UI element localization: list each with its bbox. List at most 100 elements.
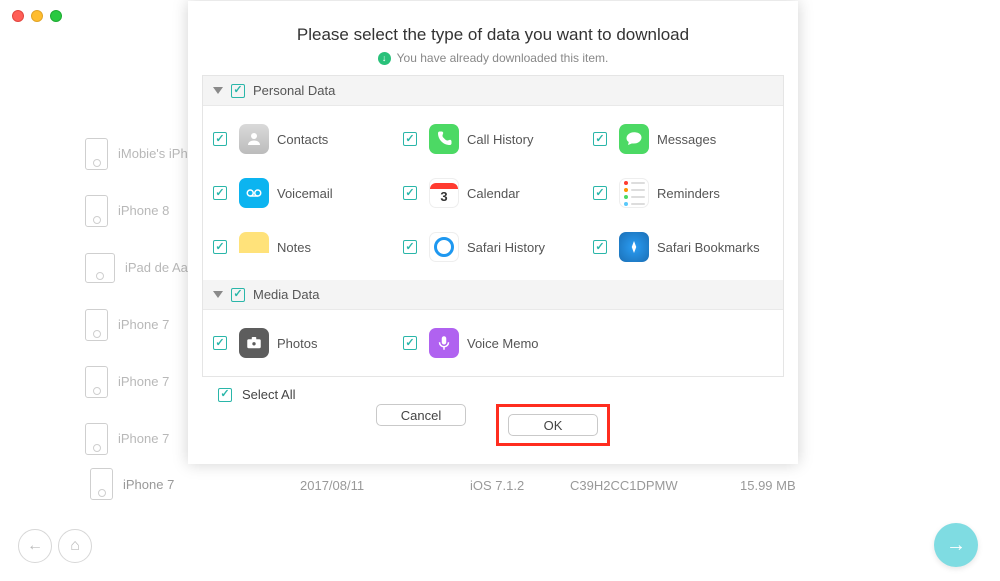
home-icon: ⌂: [70, 537, 80, 555]
backup-date: 2017/08/11: [300, 478, 470, 493]
item-label: Call History: [467, 132, 533, 147]
item-label: Calendar: [467, 186, 520, 201]
reminders-icon: [619, 178, 649, 208]
item-photos[interactable]: Photos: [213, 316, 403, 370]
checkbox[interactable]: [593, 240, 607, 254]
dialog-buttons: Cancel OK: [202, 404, 784, 446]
iphone-icon: [90, 468, 113, 500]
dialog-subtitle-text: You have already downloaded this item.: [397, 51, 609, 65]
arrow-left-icon: ←: [27, 537, 43, 555]
device-name: iPhone 7: [118, 431, 169, 446]
zoom-window-icon[interactable]: [50, 10, 62, 22]
checkbox[interactable]: [403, 336, 417, 350]
checkbox[interactable]: [403, 240, 417, 254]
item-safari-bookmarks[interactable]: Safari Bookmarks: [593, 220, 783, 274]
item-label: Messages: [657, 132, 716, 147]
device-name: iPhone 7: [118, 374, 169, 389]
safari-history-icon: [429, 232, 459, 262]
download-badge-icon: ↓: [378, 52, 391, 65]
disclosure-triangle-icon: [213, 87, 223, 94]
safari-bookmarks-icon: [619, 232, 649, 262]
next-button[interactable]: →: [934, 523, 978, 567]
data-type-panel: Personal Data Contacts Call History Mess…: [202, 75, 784, 377]
checkbox-personal-all[interactable]: [231, 84, 245, 98]
back-button[interactable]: ←: [18, 529, 52, 563]
nav-controls-left: ← ⌂: [18, 529, 92, 563]
iphone-icon: [85, 423, 108, 455]
item-notes[interactable]: Notes: [213, 220, 403, 274]
item-voice-memo[interactable]: Voice Memo: [403, 316, 593, 370]
group-header-media[interactable]: Media Data: [203, 280, 783, 310]
checkbox[interactable]: [213, 186, 227, 200]
checkbox[interactable]: [403, 186, 417, 200]
checkbox[interactable]: [213, 336, 227, 350]
home-button[interactable]: ⌂: [58, 529, 92, 563]
dialog-title: Please select the type of data you want …: [202, 25, 784, 45]
ok-highlight: OK: [496, 404, 610, 446]
checkbox[interactable]: [593, 132, 607, 146]
ok-label: OK: [544, 418, 563, 433]
cancel-label: Cancel: [401, 408, 441, 423]
checkbox[interactable]: [403, 132, 417, 146]
device-name: iPhone 7: [118, 317, 169, 332]
iphone-icon: [85, 366, 108, 398]
item-call-history[interactable]: Call History: [403, 112, 593, 166]
item-label: Voice Memo: [467, 336, 539, 351]
notes-icon: [239, 232, 269, 262]
data-type-dialog: Please select the type of data you want …: [188, 1, 798, 464]
device-details-row: iPhone 7 2017/08/11 iOS 7.1.2 C39H2CC1DP…: [90, 468, 820, 503]
personal-data-grid: Contacts Call History Messages Voicemail…: [203, 106, 783, 280]
messages-icon: [619, 124, 649, 154]
ios-version: iOS 7.1.2: [470, 478, 570, 493]
iphone-icon: [85, 309, 108, 341]
device-name: iPad de Aar: [125, 260, 192, 275]
contacts-icon: [239, 124, 269, 154]
camera-icon: [239, 328, 269, 358]
item-label: Reminders: [657, 186, 720, 201]
item-safari-history[interactable]: Safari History: [403, 220, 593, 274]
item-contacts[interactable]: Contacts: [213, 112, 403, 166]
checkbox[interactable]: [593, 186, 607, 200]
item-label: Photos: [277, 336, 317, 351]
disclosure-triangle-icon: [213, 291, 223, 298]
microphone-icon: [429, 328, 459, 358]
iphone-icon: [85, 195, 108, 227]
item-label: Safari Bookmarks: [657, 240, 760, 255]
minimize-window-icon[interactable]: [31, 10, 43, 22]
device-name: iPhone 7: [123, 477, 174, 492]
group-header-personal[interactable]: Personal Data: [203, 76, 783, 106]
item-calendar[interactable]: 3 Calendar: [403, 166, 593, 220]
ipad-icon: [85, 253, 115, 283]
window-controls: [12, 10, 62, 22]
item-label: Safari History: [467, 240, 545, 255]
backup-size: 15.99 MB: [740, 478, 820, 493]
item-label: Voicemail: [277, 186, 333, 201]
cancel-button[interactable]: Cancel: [376, 404, 466, 426]
close-window-icon[interactable]: [12, 10, 24, 22]
checkbox[interactable]: [213, 132, 227, 146]
dialog-subtitle: ↓ You have already downloaded this item.: [202, 51, 784, 65]
group-label: Personal Data: [253, 83, 335, 98]
checkbox-select-all[interactable]: [218, 388, 232, 402]
serial-number: C39H2CC1DPMW: [570, 478, 740, 493]
item-voicemail[interactable]: Voicemail: [213, 166, 403, 220]
item-label: Notes: [277, 240, 311, 255]
ok-button[interactable]: OK: [508, 414, 598, 436]
voicemail-icon: [239, 178, 269, 208]
calendar-day: 3: [440, 189, 447, 204]
checkbox[interactable]: [213, 240, 227, 254]
calendar-icon: 3: [429, 178, 459, 208]
phone-icon: [429, 124, 459, 154]
media-data-grid: Photos Voice Memo: [203, 310, 783, 376]
item-messages[interactable]: Messages: [593, 112, 783, 166]
device-name: iPhone 8: [118, 203, 169, 218]
item-reminders[interactable]: Reminders: [593, 166, 783, 220]
item-label: Contacts: [277, 132, 328, 147]
iphone-icon: [85, 138, 108, 170]
group-label: Media Data: [253, 287, 319, 302]
arrow-right-icon: →: [946, 534, 966, 557]
device-name: iMobie's iPh: [118, 146, 188, 161]
select-all-label: Select All: [242, 387, 295, 402]
checkbox-media-all[interactable]: [231, 288, 245, 302]
select-all-row: Select All: [202, 377, 784, 402]
